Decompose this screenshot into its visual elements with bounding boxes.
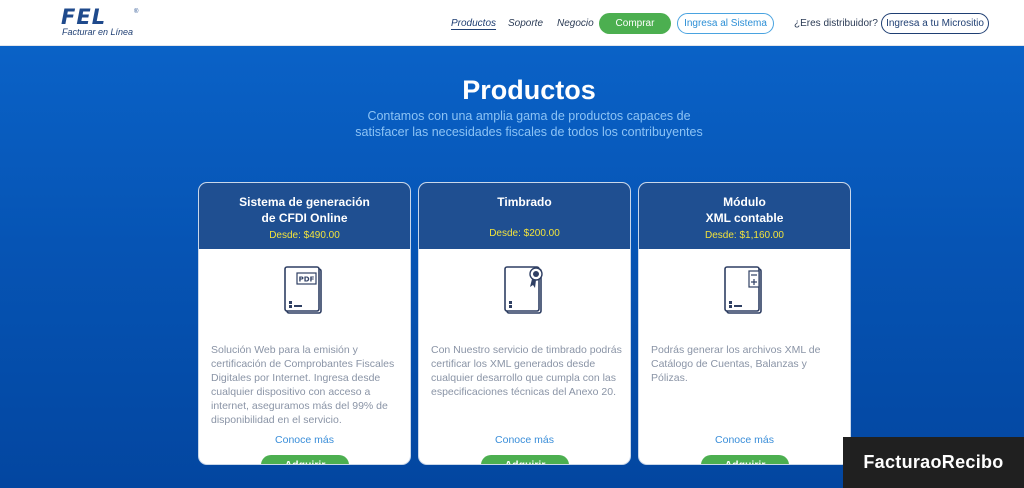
nav-distribuidor[interactable]: ¿Eres distribuidor?: [794, 18, 878, 29]
comprar-button[interactable]: Comprar: [599, 13, 671, 34]
card-title-line-1: Módulo: [723, 195, 766, 209]
pdf-document-icon: PDF: [279, 263, 329, 319]
logo-tagline: Facturar en Línea: [62, 27, 134, 37]
card-description: Solución Web para la emisión y certifica…: [211, 344, 395, 426]
watermark-badge: FacturaoRecibo: [843, 437, 1024, 488]
card-price: Desde: $200.00: [489, 228, 560, 239]
conoce-mas-link[interactable]: Conoce más: [419, 434, 630, 446]
product-card-cfdi: Sistema de generación de CFDI Online Des…: [198, 182, 411, 465]
subtitle-line-2: satisfacer las necesidades fiscales de t…: [355, 125, 703, 139]
nav-productos[interactable]: Productos: [451, 18, 496, 29]
fel-logo[interactable]: FEL ® Facturar en Línea: [61, 7, 151, 41]
card-header: Sistema de generación de CFDI Online Des…: [199, 183, 410, 249]
conoce-mas-link[interactable]: Conoce más: [639, 434, 850, 446]
logo-mark: FEL: [61, 5, 107, 29]
conoce-mas-link[interactable]: Conoce más: [199, 434, 410, 446]
product-card-xml-contable: Módulo XML contable Desde: $1,160.00 Pod…: [638, 182, 851, 465]
registered-mark: ®: [134, 9, 139, 15]
adquirir-button[interactable]: Adquirir: [261, 455, 349, 464]
card-header: Timbrado Desde: $200.00: [419, 183, 630, 249]
card-price: Desde: $490.00: [269, 230, 340, 241]
card-description: Con Nuestro servicio de timbrado podrás …: [431, 344, 622, 398]
card-title-line-1: Timbrado: [497, 195, 552, 209]
adquirir-button[interactable]: Adquirir: [481, 455, 569, 464]
nav-soporte[interactable]: Soporte: [508, 18, 543, 29]
subtitle-line-1: Contamos con una amplia gama de producto…: [367, 109, 691, 123]
card-description: Podrás generar los archivos XML de Catál…: [651, 344, 821, 384]
products-hero: Productos Contamos con una amplia gama d…: [0, 46, 1024, 488]
page-title: Productos: [462, 75, 596, 105]
card-title-line-2: XML contable: [705, 211, 784, 225]
card-title-line-2: de CFDI Online: [261, 211, 348, 225]
product-card-timbrado: Timbrado Desde: $200.00 Con Nuestro serv…: [418, 182, 631, 465]
adquirir-button[interactable]: Adquirir: [701, 455, 789, 464]
micrositio-button[interactable]: Ingresa a tu Micrositio: [881, 13, 989, 34]
certified-document-icon: [499, 263, 549, 319]
ingresa-sistema-button[interactable]: Ingresa al Sistema: [677, 13, 774, 34]
page-subtitle: Contamos con una amplia gama de producto…: [0, 108, 1024, 140]
svg-text:PDF: PDF: [299, 276, 315, 284]
accounting-document-icon: [719, 263, 769, 319]
top-header: FEL ® Facturar en Línea Productos Soport…: [0, 0, 1024, 46]
card-header: Módulo XML contable Desde: $1,160.00: [639, 183, 850, 249]
card-price: Desde: $1,160.00: [705, 230, 784, 241]
card-title-line-1: Sistema de generación: [239, 195, 370, 209]
nav-negocio[interactable]: Negocio: [557, 18, 594, 29]
